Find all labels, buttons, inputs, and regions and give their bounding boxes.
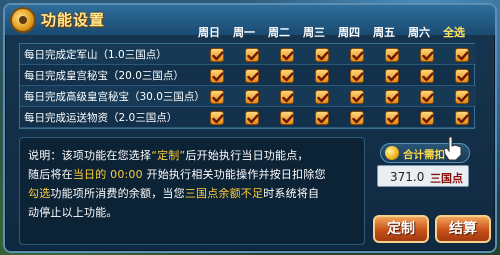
day-checkbox[interactable]: [280, 111, 294, 125]
check-icon: [387, 93, 399, 103]
check-icon: [317, 114, 329, 124]
description-line-3: 勾选功能项所消费的余额，当您三国点余额不足时系统将自: [28, 187, 320, 200]
check-icon: [212, 114, 224, 124]
day-checkbox[interactable]: [245, 69, 259, 83]
day-checkbox[interactable]: [210, 111, 224, 125]
check-icon: [282, 93, 294, 103]
function-settings-dialog: 功能设置 周日 周一 周二 周三 周四 周五 周六 全选 每日完成定军山（1.0三国点） 每日完…: [3, 3, 497, 253]
description-line-2: 随后将在当日的 00:00 开始执行相关功能操作并按日扣除您: [28, 168, 326, 181]
task-label: 每日完成运送物资（2.0三国点）: [24, 112, 178, 124]
check-icon: [387, 51, 399, 61]
day-checkbox[interactable]: [420, 69, 434, 83]
check-icon: [282, 51, 294, 61]
check-icon: [212, 51, 224, 61]
day-checkbox[interactable]: [420, 111, 434, 125]
task-row: 每日完成高级皇宫秘宝（30.0三国点）: [20, 86, 476, 107]
gear-icon: [10, 7, 36, 33]
check-icon: [317, 51, 329, 61]
day-checkbox[interactable]: [245, 48, 259, 62]
day-checkbox[interactable]: [455, 90, 469, 104]
day-checkbox[interactable]: [350, 69, 364, 83]
day-checkbox[interactable]: [280, 48, 294, 62]
check-icon: [352, 93, 364, 103]
task-grid: 每日完成定军山（1.0三国点） 每日完成皇宫秘宝（20.0三国点） 每日完成高级皇宫…: [19, 43, 476, 129]
check-icon: [422, 72, 434, 82]
check-icon: [352, 114, 364, 124]
check-icon: [317, 72, 329, 82]
check-icon: [422, 93, 434, 103]
check-icon: [247, 93, 259, 103]
check-icon: [387, 114, 399, 124]
day-header: 周二: [268, 26, 290, 39]
day-checkbox[interactable]: [210, 69, 224, 83]
task-label: 每日完成定军山（1.0三国点）: [24, 49, 167, 61]
description-line-4: 动停止以上功能。: [28, 206, 118, 219]
day-checkbox[interactable]: [420, 90, 434, 104]
task-row: 每日完成皇宫秘宝（20.0三国点）: [20, 65, 476, 86]
day-checkbox[interactable]: [210, 90, 224, 104]
check-icon: [352, 51, 364, 61]
day-checkbox[interactable]: [350, 111, 364, 125]
check-icon: [457, 114, 469, 124]
day-checkbox[interactable]: [455, 48, 469, 62]
task-row: 每日完成运送物资（2.0三国点）: [20, 107, 476, 128]
day-checkbox[interactable]: [350, 90, 364, 104]
check-icon: [212, 93, 224, 103]
check-icon: [387, 72, 399, 82]
day-checkbox[interactable]: [350, 48, 364, 62]
description-box: 说明：该项功能在您选择“定制”后开始执行当日功能点， 随后将在当日的 00:00…: [19, 137, 365, 245]
description-line-1: 说明：该项功能在您选择“定制”后开始执行当日功能点，: [28, 149, 309, 162]
day-header: 周五: [373, 26, 395, 39]
day-checkbox[interactable]: [385, 48, 399, 62]
day-header: 周四: [338, 26, 360, 39]
coin-icon: [385, 146, 399, 160]
dialog-title: 功能设置: [41, 11, 106, 29]
check-icon: [247, 72, 259, 82]
check-icon: [212, 72, 224, 82]
hand-pointer-icon: [443, 136, 462, 161]
check-icon: [457, 93, 469, 103]
day-checkbox[interactable]: [315, 111, 329, 125]
day-checkbox[interactable]: [385, 69, 399, 83]
task-label: 每日完成皇宫秘宝（20.0三国点）: [24, 70, 184, 82]
day-checkbox[interactable]: [315, 90, 329, 104]
day-checkbox[interactable]: [245, 111, 259, 125]
check-icon: [422, 114, 434, 124]
check-icon: [317, 93, 329, 103]
day-checkbox[interactable]: [420, 48, 434, 62]
check-icon: [282, 114, 294, 124]
check-icon: [352, 72, 364, 82]
check-icon: [247, 114, 259, 124]
select-all-header[interactable]: 全选: [437, 23, 471, 43]
day-checkbox[interactable]: [315, 69, 329, 83]
day-checkbox[interactable]: [315, 48, 329, 62]
day-checkbox[interactable]: [245, 90, 259, 104]
task-row: 每日完成定军山（1.0三国点）: [20, 44, 476, 65]
day-checkbox[interactable]: [455, 111, 469, 125]
check-icon: [247, 51, 259, 61]
check-icon: [422, 51, 434, 61]
check-icon: [282, 72, 294, 82]
total-cost-field: 371.0 三国点: [377, 165, 469, 187]
day-checkbox[interactable]: [385, 111, 399, 125]
day-checkbox[interactable]: [210, 48, 224, 62]
check-icon: [457, 72, 469, 82]
day-checkbox[interactable]: [455, 69, 469, 83]
day-checkbox[interactable]: [280, 90, 294, 104]
day-checkbox[interactable]: [385, 90, 399, 104]
task-label: 每日完成高级皇宫秘宝（30.0三国点）: [24, 91, 205, 103]
check-icon: [457, 51, 469, 61]
day-header: 周一: [233, 26, 255, 39]
customize-button[interactable]: 定制: [373, 215, 429, 243]
settle-button[interactable]: 结算: [435, 215, 491, 243]
day-checkbox[interactable]: [280, 69, 294, 83]
day-header: 周三: [303, 26, 325, 39]
day-header: 周六: [408, 26, 430, 39]
day-header: 周日: [198, 26, 220, 39]
